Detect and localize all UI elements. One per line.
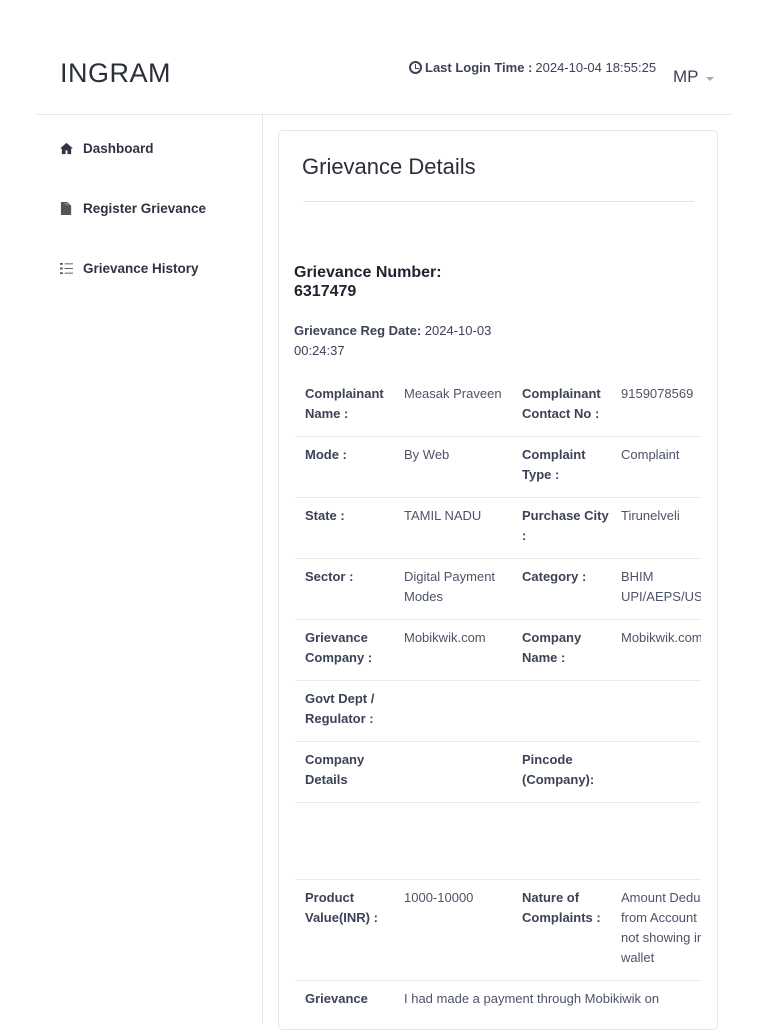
field-value: Measak Praveen xyxy=(404,386,502,401)
grievance-reg-date: Grievance Reg Date: 2024-10-03 00:24:37 xyxy=(294,321,494,361)
field-value: Mobikwik.com xyxy=(621,630,701,645)
field-label: Sector : xyxy=(305,569,354,584)
table-row-description: Grievance I had made a payment through Mo… xyxy=(295,981,701,1029)
grievance-details-card: Grievance Details Grievance Number: 6317… xyxy=(278,130,718,1030)
field-label: Company Details xyxy=(305,752,365,787)
file-icon xyxy=(60,202,72,215)
field-value: Mobikwik.com xyxy=(404,630,486,645)
sidebar-item-grievance-history[interactable]: Grievance History xyxy=(59,261,199,276)
field-label: Complainant Contact No : xyxy=(522,386,601,421)
field-value xyxy=(394,689,512,729)
field-value: Digital Payment Modes xyxy=(404,569,496,604)
sidebar-divider xyxy=(262,115,263,1024)
field-label: Grievance Company : xyxy=(305,630,373,665)
list-icon xyxy=(60,262,73,275)
table-row: State : TAMIL NADU Purchase City : Tirunelv… xyxy=(295,498,701,559)
table-row: Sector : Digital Payment Modes Category : B… xyxy=(295,559,701,620)
field-label: Nature of Complaints : xyxy=(522,890,601,925)
sidebar-item-label: Register Grievance xyxy=(83,201,207,216)
field-label: Complainant Name : xyxy=(305,386,384,421)
table-row: Complainant Name : Measak Praveen Complain… xyxy=(295,376,701,437)
clock-icon xyxy=(409,61,422,74)
grievance-number-label: Grievance Number: xyxy=(294,264,442,281)
last-login-value: 2024-10-04 18:55:25 xyxy=(535,60,657,75)
field-value: By Web xyxy=(404,447,450,462)
home-icon xyxy=(60,142,73,155)
field-label: Complaint Type : xyxy=(522,447,586,482)
table-row: Grievance Company : Mobikwik.com Company N… xyxy=(295,620,701,681)
reg-date-label: Grievance Reg Date: xyxy=(294,323,422,338)
title-divider xyxy=(303,201,694,202)
details-table: Complainant Name : Measak Praveen Complain… xyxy=(295,376,701,1029)
field-label: Grievance xyxy=(305,991,368,1006)
field-label: Company Name : xyxy=(522,630,582,665)
last-login-label: Last Login Time : xyxy=(425,60,533,75)
field-value: BHIM UPI/AEPS/USSD xyxy=(621,569,701,604)
brand-logo[interactable]: INGRAM xyxy=(60,58,171,89)
sidebar-item-register-grievance[interactable]: Register Grievance xyxy=(59,201,206,216)
table-row: Govt Dept / Regulator : xyxy=(295,681,701,742)
field-value xyxy=(611,750,701,790)
field-value: 1000-10000 xyxy=(404,890,474,905)
field-label: Purchase City : xyxy=(522,508,609,543)
field-value: Complaint xyxy=(621,447,680,462)
sidebar-item-label: Grievance History xyxy=(83,261,199,276)
field-value: 9159078569 xyxy=(621,386,694,401)
sidebar-item-dashboard[interactable]: Dashboard xyxy=(59,141,154,156)
table-row-empty xyxy=(295,803,701,880)
last-login: Last Login Time : 2024-10-04 18:55:25 xyxy=(409,60,656,75)
table-row: Mode : By Web Complaint Type : Complaint xyxy=(295,437,701,498)
page-title: Grievance Details xyxy=(302,154,476,179)
grievance-number-value: 6317479 xyxy=(294,283,357,300)
table-row: Product Value(INR) : 1000-10000 Nature of … xyxy=(295,880,701,981)
field-label: Pincode (Company): xyxy=(522,752,595,787)
field-value: I had made a payment through Mobikiwik o… xyxy=(404,991,660,1006)
table-row: Company Details Pincode (Company): xyxy=(295,742,701,803)
field-label: State : xyxy=(305,508,345,523)
field-value: Amount Deducted from Account but not sho… xyxy=(621,890,701,965)
field-label: Product Value(INR) : xyxy=(305,890,378,925)
field-value: TAMIL NADU xyxy=(404,508,482,523)
header-divider xyxy=(36,114,732,115)
field-label xyxy=(512,689,611,729)
grievance-number: Grievance Number: 6317479 xyxy=(294,263,442,301)
field-value: Tirunelveli xyxy=(621,508,680,523)
field-label: Mode : xyxy=(305,447,347,462)
field-label: Category : xyxy=(522,569,587,584)
field-label: Govt Dept / Regulator : xyxy=(305,691,375,726)
field-value xyxy=(394,750,512,790)
chevron-down-icon[interactable] xyxy=(706,77,714,81)
field-value xyxy=(611,689,701,729)
sidebar-item-label: Dashboard xyxy=(83,141,154,156)
user-menu[interactable]: MP xyxy=(673,67,699,87)
